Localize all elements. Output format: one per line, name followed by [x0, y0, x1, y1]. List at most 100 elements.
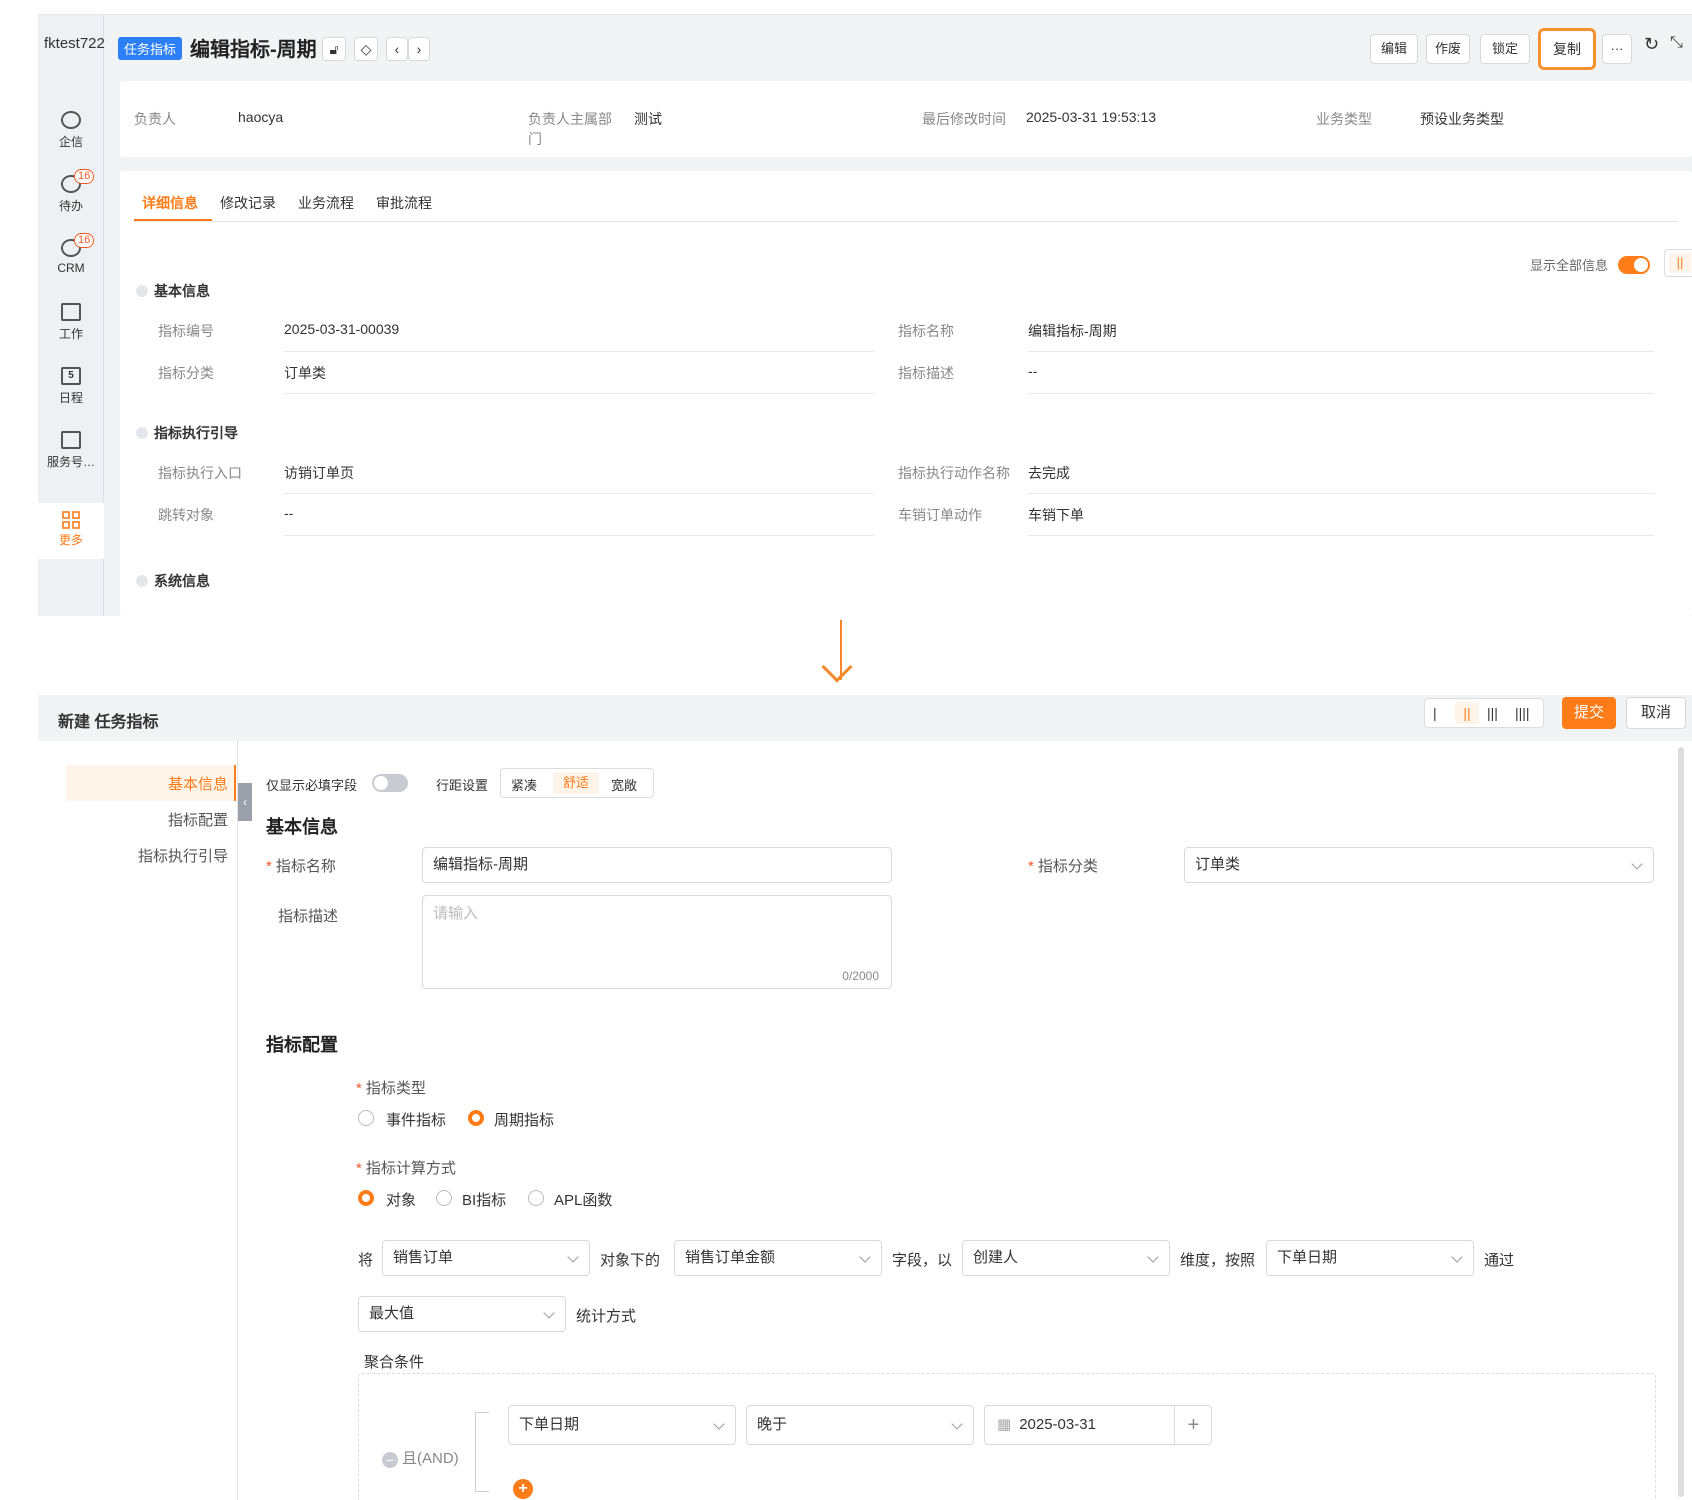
section-execution-guide[interactable]: 指标执行引导	[136, 423, 238, 443]
metric-name-label: * 指标名称	[266, 858, 336, 875]
section-title: 基本信息	[154, 283, 210, 299]
cancel-button[interactable]: 取消	[1626, 697, 1686, 729]
sidebar-item-service[interactable]: 服务号…	[38, 431, 104, 470]
sidebar-item-crm[interactable]: 16 CRM	[38, 233, 104, 275]
tab-business-flow[interactable]: 业务流程	[298, 193, 354, 213]
field-value: 编辑指标-周期	[1028, 323, 1117, 339]
date-field-select[interactable]: 下单日期	[1266, 1240, 1474, 1276]
form-scrollbar[interactable]	[1678, 747, 1684, 1497]
spacing-comfortable[interactable]: 舒适	[553, 772, 599, 794]
condition-operator-select[interactable]: 晚于	[746, 1405, 974, 1445]
tab-approval-flow[interactable]: 审批流程	[376, 193, 432, 213]
edit-button[interactable]: 编辑	[1370, 34, 1418, 64]
sidebar-item-todo[interactable]: 16 待办	[38, 169, 104, 214]
collapse-nav-button[interactable]: ‹	[238, 783, 252, 821]
next-record-button[interactable]: ›	[408, 37, 430, 61]
sidebar-item-more[interactable]: 更多	[38, 503, 104, 559]
radio-bi-metric[interactable]	[436, 1190, 452, 1206]
field-value: 2025-03-31-00039	[284, 321, 400, 337]
rule-text: 统计方式	[576, 1308, 637, 1325]
more-actions-button[interactable]: ···	[1602, 34, 1632, 64]
select-value: 下单日期	[1277, 1249, 1338, 1266]
chevron-down-icon	[951, 1418, 963, 1430]
rule-text: 对象下的	[600, 1252, 661, 1269]
summary-info-bar: 负责人 haocya 负责人主属部门 测试 最后修改时间 2025-03-31 …	[120, 81, 1692, 157]
spacing-compact[interactable]: 紧凑	[511, 775, 537, 794]
form-nav-guide[interactable]: 指标执行引导	[78, 845, 228, 866]
caret-down-icon	[136, 427, 148, 439]
tab-details[interactable]: 详细信息	[142, 193, 198, 213]
row-divider	[284, 493, 874, 494]
sidebar-item-messages[interactable]: 企信	[38, 111, 104, 150]
sidebar-item-schedule[interactable]: 5 日程	[38, 367, 104, 406]
chat-bubble-icon	[61, 111, 81, 129]
column-layout-switcher[interactable]: | || ||| ||||	[1424, 698, 1544, 728]
lock-icon[interactable]: 🔓︎	[322, 37, 346, 61]
field-select[interactable]: 销售订单金额	[674, 1240, 882, 1276]
four-column-icon[interactable]: ||||	[1515, 705, 1530, 721]
chevron-down-icon	[859, 1251, 871, 1263]
form-nav-config[interactable]: 指标配置	[98, 809, 228, 830]
collapse-icon[interactable]: ⤡	[1670, 34, 1683, 52]
form-nav-basic-info[interactable]: 基本信息	[98, 773, 228, 794]
add-condition-group-button[interactable]: +	[513, 1479, 533, 1499]
radio-event-metric[interactable]	[358, 1110, 374, 1126]
spacing-loose[interactable]: 宽敞	[611, 775, 637, 794]
layout-switcher[interactable]: || ↔	[1664, 249, 1692, 277]
add-condition-inline-button[interactable]: +	[1174, 1406, 1212, 1444]
submit-button[interactable]: 提交	[1562, 697, 1616, 729]
field-label: 指标执行动作名称	[898, 465, 1010, 481]
show-all-toggle[interactable]	[1618, 256, 1650, 274]
lock-button[interactable]: 锁定	[1480, 34, 1530, 64]
caret-down-icon	[136, 285, 148, 297]
one-column-icon[interactable]: |	[1433, 705, 1437, 721]
aggregation-label: 聚合条件	[364, 1354, 425, 1371]
detail-header: fktest722 任务指标 编辑指标-周期 🔓︎ ◇ ‹ › 编辑 作废 锁定…	[44, 15, 1692, 81]
radio-apl-function[interactable]	[528, 1190, 544, 1206]
field-value: 去完成	[1028, 465, 1070, 481]
metric-description-textarea[interactable]: 请输入 0/2000	[422, 895, 892, 989]
object-select[interactable]: 销售订单	[382, 1240, 590, 1276]
label-text: 指标计算方式	[365, 1160, 456, 1177]
rule-text: 维度，按照	[1180, 1252, 1256, 1269]
three-column-icon[interactable]: |||	[1487, 705, 1498, 721]
row-divider	[284, 535, 874, 536]
two-column-icon[interactable]: ||	[1455, 702, 1479, 724]
two-column-icon[interactable]: ||	[1669, 253, 1691, 273]
form-title: 新建 任务指标	[58, 714, 159, 731]
sidebar-item-work[interactable]: 工作	[38, 303, 104, 342]
refresh-icon[interactable]: ↻	[1644, 34, 1659, 55]
section-basic-info[interactable]: 基本信息	[136, 281, 210, 301]
date-value: 2025-03-31	[1019, 1416, 1096, 1433]
radio-object[interactable]	[358, 1190, 374, 1206]
record-title: 编辑指标-周期	[190, 39, 317, 61]
dimension-select[interactable]: 创建人	[962, 1240, 1170, 1276]
field-label: 指标名称	[898, 323, 954, 339]
chevron-down-icon	[1147, 1251, 1159, 1263]
radio-periodic-metric[interactable]	[468, 1110, 484, 1126]
section-system-info[interactable]: 系统信息	[136, 571, 210, 591]
metric-category-select[interactable]: 订单类	[1184, 847, 1654, 883]
metric-name-input[interactable]: 编辑指标-周期	[422, 847, 892, 883]
tab-change-log[interactable]: 修改记录	[220, 193, 276, 213]
detail-page-screenshot: 企信 16 待办 16 CRM 工作 5 日程 服务号… 更多 fktest72…	[38, 14, 1692, 616]
stat-method-select[interactable]: 最大值	[358, 1296, 566, 1332]
rule-text: 将	[358, 1252, 374, 1269]
caret-right-icon	[136, 575, 148, 587]
calendar-icon: ▦	[997, 1416, 1012, 1433]
condition-field-select[interactable]: 下单日期	[508, 1405, 736, 1445]
section-title: 指标执行引导	[154, 425, 238, 441]
logic-bracket	[475, 1412, 489, 1492]
last-modified-label: 最后修改时间	[922, 111, 1006, 127]
void-button[interactable]: 作废	[1426, 34, 1470, 64]
spacing-label: 行距设置	[436, 778, 489, 793]
logic-and-toggle[interactable]: − 且(AND)	[382, 1447, 459, 1468]
tag-icon[interactable]: ◇	[354, 37, 378, 61]
rule-text: 通过	[1484, 1252, 1515, 1269]
required-only-toggle[interactable]	[372, 774, 408, 792]
label-text: 指标类型	[365, 1080, 426, 1097]
row-divider	[1028, 393, 1654, 394]
previous-record-button[interactable]: ‹	[386, 37, 408, 61]
select-value: 订单类	[1195, 856, 1241, 873]
copy-button[interactable]: 复制	[1538, 28, 1596, 70]
